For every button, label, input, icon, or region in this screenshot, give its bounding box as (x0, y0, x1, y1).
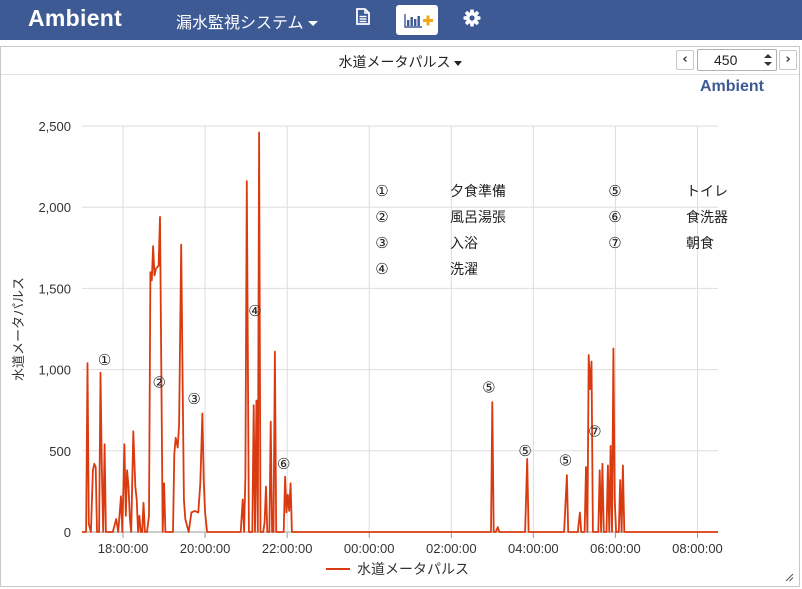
legend-box-mark: ④ (375, 261, 388, 278)
legend-label: 水道メータパルス (357, 561, 469, 577)
annotation-marker: ③ (187, 391, 200, 408)
y-tick-label: 2,000 (38, 200, 71, 215)
legend-box-mark: ② (375, 209, 388, 226)
legend-box-label: 朝食 (686, 235, 714, 251)
annotation-marker: ⑥ (277, 456, 290, 473)
legend-box-label: 入浴 (450, 235, 478, 251)
annotation-marker: ① (98, 352, 111, 369)
resize-handle-icon[interactable] (785, 573, 794, 582)
legend-box-mark: ⑤ (608, 183, 621, 200)
annotation-marker: ⑤ (482, 379, 495, 396)
y-tick-label: 500 (49, 444, 71, 459)
y-tick-label: 1,000 (38, 363, 71, 378)
x-tick-label: 02:00:00 (426, 541, 477, 556)
x-tick-label: 00:00:00 (344, 541, 395, 556)
y-tick-label: 2,500 (38, 119, 71, 134)
legend-box-label: 夕食準備 (450, 183, 506, 199)
x-tick-label: 04:00:00 (508, 541, 559, 556)
legend-box-label: トイレ (686, 183, 728, 199)
chart-legend[interactable]: 水道メータパルス (326, 561, 469, 577)
annotation-marker: ④ (248, 303, 261, 320)
y-tick-label: 1,500 (38, 281, 71, 296)
annotation-marker: ⑤ (518, 443, 531, 460)
legend-box-mark: ⑦ (608, 235, 621, 252)
legend-box-label: 食洗器 (686, 209, 728, 225)
x-tick-label: 18:00:00 (98, 541, 149, 556)
y-tick-label: 0 (64, 525, 71, 540)
y-axis-label: 水道メータパルス (11, 277, 26, 381)
x-tick-label: 20:00:00 (180, 541, 231, 556)
legend-box-mark: ③ (375, 235, 388, 252)
legend-box-mark: ⑥ (608, 209, 621, 226)
line-chart: 0 500 1,000 1,500 2,000 2,500 18:00:00 20:00:0… (11, 119, 728, 577)
x-tick-label: 22:00:00 (262, 541, 313, 556)
legend-box-label: 風呂湯張 (450, 209, 506, 225)
annotation-marker: ⑦ (588, 423, 601, 440)
annotation-marker: ② (153, 375, 166, 392)
x-tick-label: 08:00:00 (672, 541, 723, 556)
legend-box-label: 洗濯 (450, 261, 478, 277)
x-tick-label: 06:00:00 (590, 541, 641, 556)
series-line (82, 131, 718, 533)
annotation-marker: ⑤ (559, 453, 572, 470)
legend-box-mark: ① (375, 183, 388, 200)
